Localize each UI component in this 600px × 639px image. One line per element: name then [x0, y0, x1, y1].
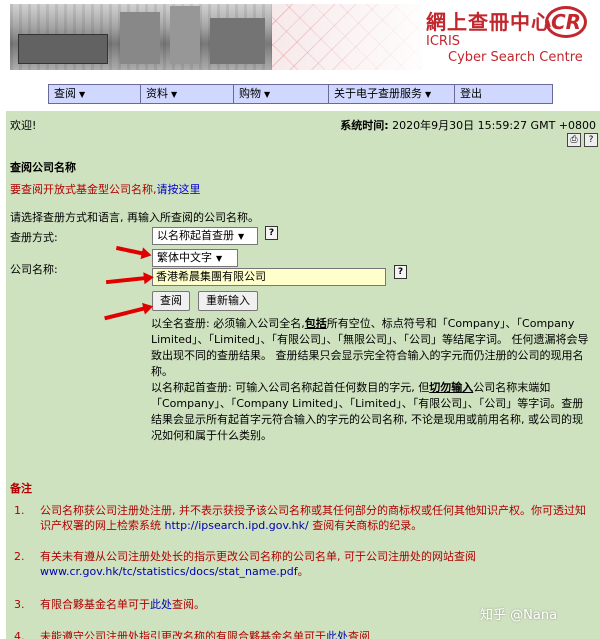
search-button[interactable]: 查阅: [152, 291, 190, 311]
remark-item: 2. 有关未有遵从公司注册处处长的指示更改公司名称的公司名单, 可于公司注册处的…: [10, 549, 595, 581]
nav-item-shopping[interactable]: 购物 ▼: [234, 85, 329, 103]
cr-logo: CR: [545, 6, 587, 38]
fund-notice-text: 要查阅开放式基金型公司名称,: [10, 183, 157, 196]
site-banner: 網上查冊中心 CR ICRIS Cyber Search Centre: [0, 0, 600, 76]
company-name-label: 公司名称:: [10, 263, 58, 276]
caret-down-icon: ▼: [425, 90, 432, 99]
note-emphasis: 切勿输入: [429, 381, 474, 394]
status-bar: 欢迎! 系统时间: 2020年9月30日 15:59:27 GMT +0800 …: [6, 111, 600, 153]
search-method-label: 查册方式:: [10, 231, 58, 244]
remark-text: 未能遵守公司注册处指引更改名称的有限合夥基金名单可于: [40, 630, 326, 639]
building-image: [120, 12, 160, 64]
nav-item-about[interactable]: 关于电子查册服务 ▼: [329, 85, 455, 103]
nav-item-label: 关于电子查册服务: [334, 87, 422, 100]
print-icon[interactable]: ⎙: [567, 133, 581, 147]
caret-down-icon: ▼: [79, 90, 86, 99]
dropdown-arrow-icon: ▼: [216, 254, 223, 263]
fund-notice: 要查阅开放式基金型公司名称,请按这里: [10, 181, 201, 197]
dropdown-arrow-icon: ▼: [238, 232, 245, 241]
reset-button[interactable]: 重新输入: [198, 291, 258, 311]
annotation-arrow: [116, 248, 145, 254]
language-select[interactable]: 繁体中文字 ▼: [152, 249, 238, 267]
language-value: 繁体中文字: [157, 251, 212, 264]
remark-text: 。: [297, 565, 309, 578]
system-time-label: 系统时间:: [340, 119, 389, 132]
nav-item-label: 登出: [460, 87, 482, 100]
prefix-name-note: 以名称起首查册: 可输入公司名称起首任何数目的字元, 但切勿输入公司名称末端如「…: [151, 380, 591, 444]
nav-item-label: 购物: [239, 87, 261, 100]
remark-link[interactable]: 此处: [150, 598, 172, 611]
company-name-input[interactable]: 香港希晨集團有限公司: [152, 268, 386, 286]
page-title: 查阅公司名称: [10, 161, 76, 174]
fund-link[interactable]: 请按这里: [157, 183, 201, 196]
brand-icris: ICRIS: [426, 34, 461, 49]
search-method-select[interactable]: 以名称起首查册 ▼: [152, 227, 258, 245]
caret-down-icon: ▼: [264, 90, 271, 99]
page-tools: ⎙ ?: [567, 133, 598, 147]
nav-item-label: 资料: [146, 87, 168, 100]
remark-link[interactable]: 此处: [326, 630, 348, 639]
annotation-arrow: [105, 308, 148, 319]
system-time-value: 2020年9月30日 15:59:27 GMT +0800: [392, 119, 596, 132]
note-text: 以全名查册: 必须输入公司全名,: [151, 317, 305, 330]
search-panel: 查阅公司名称 要查阅开放式基金型公司名称,请按这里 请选择查册方式和语言, 再输…: [6, 153, 600, 639]
search-method-value: 以名称起首查册: [157, 229, 234, 242]
remark-text: 查阅: [348, 630, 370, 639]
nav-item-label: 查阅: [54, 87, 76, 100]
remark-number: 3.: [14, 598, 25, 611]
nav-item-search[interactable]: 查阅 ▼: [49, 85, 141, 103]
remark-text: 有限合夥基金名单可于: [40, 598, 150, 611]
remark-item: 1. 公司名称获公司注册处注册, 并不表示获授予该公司名称或其任何部分的商标权或…: [10, 503, 595, 535]
remark-link[interactable]: http://ipsearch.ipd.gov.hk/: [165, 519, 309, 532]
help-icon[interactable]: ?: [265, 226, 278, 240]
note-text: 以名称起首查册: 可输入公司名称起首任何数目的字元, 但: [151, 381, 430, 394]
annotation-arrow: [106, 278, 148, 282]
note-emphasis: 包括: [304, 317, 327, 330]
banner-decoration: [272, 4, 422, 70]
building-image: [170, 6, 200, 64]
remark-item: 4. 未能遵守公司注册处指引更改名称的有限合夥基金名单可于此处查阅: [10, 629, 595, 639]
watermark: 知乎 @Nana: [480, 608, 558, 623]
remark-text: 查阅。: [172, 598, 205, 611]
welcome-text: 欢迎!: [10, 119, 37, 132]
help-icon[interactable]: ?: [394, 265, 407, 279]
remark-text: 查阅有关商标的纪录。: [312, 519, 423, 532]
remark-number: 2.: [14, 550, 25, 563]
brand-english-title: Cyber Search Centre: [448, 50, 583, 65]
building-image: [210, 18, 265, 64]
main-nav: 查阅 ▼ 资料 ▼ 购物 ▼ 关于电子查册服务 ▼ 登出: [48, 84, 553, 104]
nav-item-info[interactable]: 资料 ▼: [141, 85, 234, 103]
tram-image: [18, 34, 108, 64]
banner-photo: [10, 4, 272, 70]
full-name-note: 以全名查册: 必须输入公司全名,包括所有空位、标点符号和「Company」、「C…: [151, 316, 591, 380]
caret-down-icon: ▼: [171, 90, 178, 99]
remark-link[interactable]: www.cr.gov.hk/tc/statistics/docs/stat_na…: [40, 565, 298, 578]
help-icon[interactable]: ?: [584, 133, 598, 147]
system-time: 系统时间: 2020年9月30日 15:59:27 GMT +0800: [340, 117, 596, 133]
nav-item-logout[interactable]: 登出: [455, 85, 552, 103]
remark-text: 有关未有遵从公司注册处处长的指示更改公司名称的公司名单, 可于公司注册处的网站查…: [40, 550, 476, 563]
remark-number: 4.: [14, 630, 25, 639]
form-instructions: 请选择查册方式和语言, 再输入所查阅的公司名称。: [10, 211, 259, 224]
remark-number: 1.: [14, 504, 25, 517]
brand-chinese-title: 網上查冊中心: [426, 10, 552, 34]
remarks-title: 备注: [10, 482, 32, 495]
